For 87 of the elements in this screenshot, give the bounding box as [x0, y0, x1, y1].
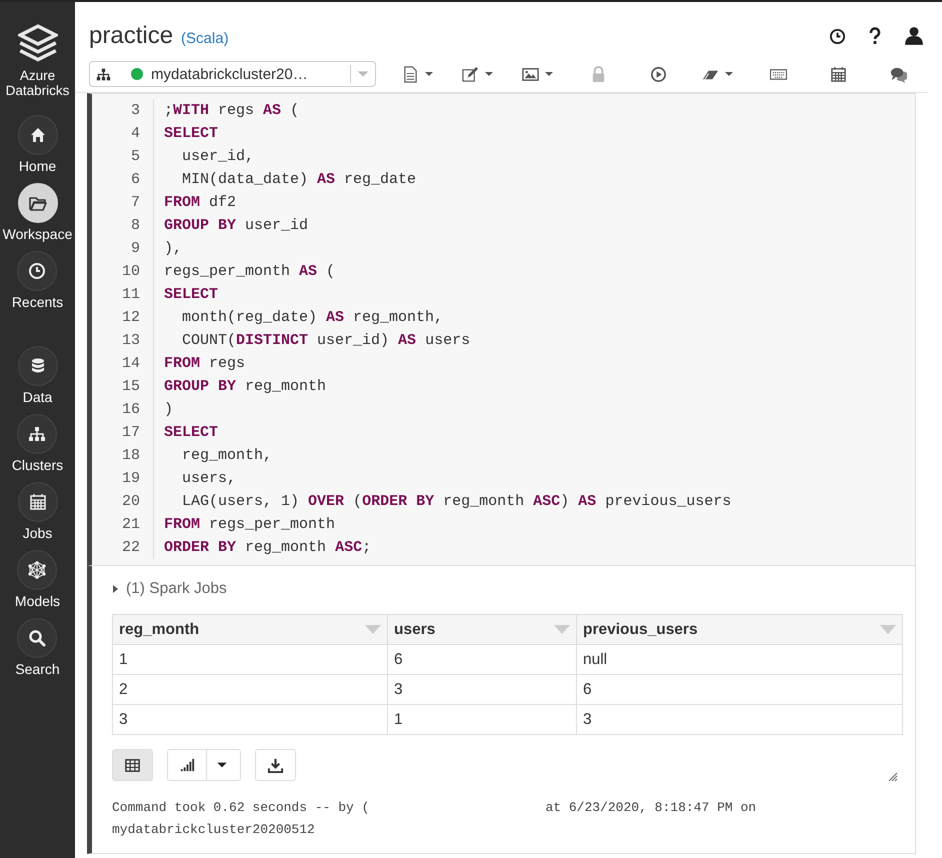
line-number: 3 [104, 99, 154, 122]
line-number: 12 [104, 306, 154, 329]
line-number: 6 [104, 168, 154, 191]
clock-icon[interactable] [829, 28, 846, 44]
column-header[interactable]: reg_month [112, 614, 388, 644]
code-line: ) [164, 400, 174, 420]
line-number: 8 [104, 214, 154, 237]
code-line: SELECT [164, 124, 218, 144]
comments-icon [890, 66, 906, 82]
line-number: 13 [104, 329, 154, 352]
user-icon[interactable] [904, 26, 924, 46]
table-cell: 3 [576, 704, 902, 734]
line-number: 11 [104, 283, 154, 306]
calendar-icon [28, 493, 46, 511]
code-line: SELECT [164, 423, 218, 443]
line-number: 14 [104, 352, 154, 375]
resize-handle-icon[interactable] [888, 772, 898, 782]
download-button[interactable] [255, 749, 296, 781]
code-line: regs_per_month AS ( [164, 262, 336, 282]
document-icon [402, 66, 418, 82]
cluster-name: mydatabrickcluster20200512 [112, 821, 316, 839]
layers-logo-icon [18, 24, 58, 64]
image-icon [522, 66, 538, 82]
code-line: FROM regs_per_month [164, 515, 336, 535]
code-line: COUNT(DISTINCT user_id) AS users [181, 331, 470, 351]
code-line: GROUP BY reg_month [164, 377, 326, 397]
caret-right-icon [112, 584, 119, 594]
table-icon [124, 756, 141, 774]
table-cell: 1 [112, 644, 388, 674]
table-view-button[interactable] [112, 749, 153, 781]
calendar-icon [830, 66, 846, 82]
play-icon [650, 66, 666, 82]
home-icon [28, 126, 46, 144]
code-line: SELECT [164, 285, 218, 305]
table-cell: 6 [576, 674, 902, 704]
chart-button[interactable] [167, 749, 241, 781]
code-line: ;WITH regs AS ( [164, 101, 300, 121]
table-cell: 3 [112, 704, 388, 734]
command-timestamp: at 6/23/2020, 8:18:47 PM on [545, 799, 756, 817]
line-number: 21 [104, 513, 154, 536]
hierarchy-icon [96, 66, 111, 82]
table-cell: 1 [388, 704, 576, 734]
line-number: 15 [104, 375, 154, 398]
command-status: Command took 0.62 seconds -- by ( [112, 799, 370, 817]
code-line: FROM df2 [164, 193, 236, 213]
code-line: MIN(data_date) AS reg_date [181, 170, 416, 190]
code-line: month(reg_date) AS reg_month, [181, 308, 444, 328]
code-cell[interactable] [87, 93, 916, 566]
code-line: reg_month, [181, 446, 272, 466]
line-number: 7 [104, 191, 154, 214]
network-icon [28, 561, 46, 579]
notebook-title: practice [89, 22, 174, 49]
brand-name: Azure Databricks [4, 68, 70, 98]
search-icon [28, 629, 46, 647]
bar-chart-icon [179, 756, 196, 774]
line-number: 19 [104, 467, 154, 490]
cluster-dropdown[interactable]: mydatabrickcluster20… [89, 61, 376, 87]
line-number: 18 [104, 444, 154, 467]
clock-icon [28, 262, 46, 280]
line-number: 17 [104, 421, 154, 444]
table-cell: null [576, 644, 902, 674]
hierarchy-icon [28, 425, 46, 443]
line-number: 4 [104, 122, 154, 145]
code-line: users, [181, 469, 236, 489]
line-number: 22 [104, 536, 154, 559]
code-line: LAG(users, 1) OVER (ORDER BY reg_month ASC) AS previous_users [181, 492, 732, 512]
code-line: ORDER BY reg_month ASC; [164, 538, 372, 558]
code-line: ), [164, 239, 182, 259]
code-line: user_id, [181, 147, 254, 167]
code-line: GROUP BY user_id [164, 216, 308, 236]
line-number: 5 [104, 145, 154, 168]
table-cell: 3 [388, 674, 576, 704]
table-cell: 6 [388, 644, 576, 674]
line-number: 20 [104, 490, 154, 513]
line-number: 9 [104, 237, 154, 260]
column-header[interactable]: users [388, 614, 576, 644]
edit-icon [462, 66, 478, 82]
folder-icon [28, 194, 46, 212]
column-header[interactable]: previous_users [576, 614, 902, 644]
spark-jobs-toggle[interactable]: (1) Spark Jobs [112, 580, 903, 598]
line-number: 16 [104, 398, 154, 421]
line-number: 10 [104, 260, 154, 283]
sidebar-item[interactable]: Workspace [2, 183, 72, 242]
download-icon [267, 756, 284, 774]
code-line: FROM regs [164, 354, 246, 374]
language-label[interactable]: (Scala) [181, 30, 229, 47]
table-cell: 2 [112, 674, 388, 704]
